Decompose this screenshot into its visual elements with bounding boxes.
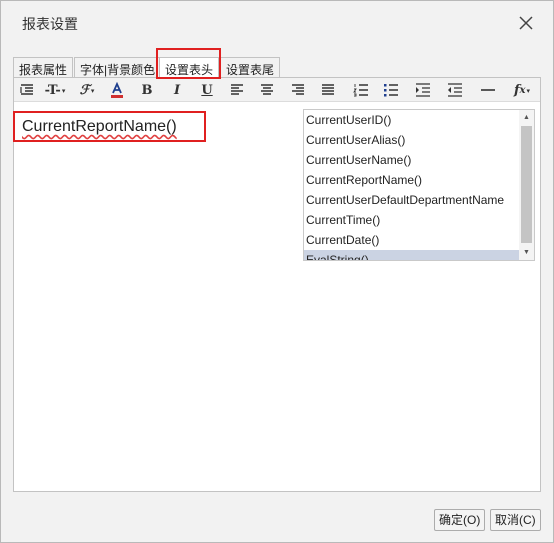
align-center-icon[interactable] bbox=[256, 80, 278, 100]
dialog-title: 报表设置 bbox=[22, 16, 78, 32]
ordered-list-icon[interactable] bbox=[350, 80, 372, 100]
italic-icon[interactable]: I bbox=[166, 80, 188, 100]
font-size-icon[interactable]: -T- ▾ bbox=[44, 80, 66, 100]
close-icon bbox=[519, 15, 533, 33]
function-item-selected[interactable]: EvalString() bbox=[304, 250, 519, 260]
tab-label: 设置表尾 bbox=[226, 63, 275, 77]
horizontal-rule-icon[interactable] bbox=[477, 80, 499, 100]
function-item[interactable]: CurrentTime() bbox=[304, 210, 519, 230]
font-family-icon[interactable]: ℱ ▾ bbox=[76, 80, 98, 100]
bold-icon[interactable]: B bbox=[136, 80, 158, 100]
outdent-icon[interactable] bbox=[444, 80, 466, 100]
header-editor-content[interactable]: CurrentReportName() bbox=[22, 118, 177, 136]
title-bar: 报表设置 bbox=[1, 1, 553, 45]
tab-label: 设置表头 bbox=[165, 63, 214, 77]
line-height-icon[interactable] bbox=[16, 80, 38, 100]
align-right-icon[interactable] bbox=[287, 80, 309, 100]
function-item[interactable]: CurrentUserID() bbox=[304, 110, 519, 130]
tab-label: 字体|背景颜色 bbox=[80, 63, 156, 77]
tab-report-properties[interactable]: 报表属性 bbox=[13, 57, 74, 78]
align-left-icon[interactable] bbox=[226, 80, 248, 100]
scroll-down-icon[interactable]: ▼ bbox=[519, 245, 534, 260]
vertical-scrollbar[interactable]: ▲ ▼ bbox=[519, 110, 534, 260]
indent-icon[interactable] bbox=[412, 80, 434, 100]
tab-set-footer[interactable]: 设置表尾 bbox=[220, 57, 281, 78]
font-color-icon[interactable] bbox=[106, 80, 128, 100]
tab-font-background-color[interactable]: 字体|背景颜色 bbox=[74, 57, 162, 78]
tab-set-header[interactable]: 设置表头 bbox=[159, 57, 220, 79]
function-icon[interactable]: f x ▾ bbox=[508, 80, 536, 100]
function-list[interactable]: CurrentUserID() CurrentUserAlias() Curre… bbox=[303, 109, 535, 261]
scroll-up-icon[interactable]: ▲ bbox=[519, 110, 534, 125]
ok-button[interactable]: 确定(O) bbox=[434, 509, 486, 531]
function-item[interactable]: CurrentReportName() bbox=[304, 170, 519, 190]
formatting-toolbar: -T- ▾ ℱ ▾ B I U f x ▾ bbox=[14, 78, 540, 102]
tab-label: 报表属性 bbox=[19, 63, 68, 77]
align-justify-icon[interactable] bbox=[317, 80, 339, 100]
function-item[interactable]: CurrentDate() bbox=[304, 230, 519, 250]
underline-icon[interactable]: U bbox=[196, 80, 218, 100]
scrollbar-thumb[interactable] bbox=[521, 126, 532, 243]
function-item[interactable]: CurrentUserName() bbox=[304, 150, 519, 170]
report-settings-dialog: 报表设置 报表属性 字体|背景颜色 设置表头 设置表尾 -T- ▾ ℱ ▾ B I … bbox=[0, 0, 554, 543]
close-button[interactable] bbox=[513, 11, 539, 37]
function-item[interactable]: CurrentUserDefaultDepartmentName bbox=[304, 190, 519, 210]
unordered-list-icon[interactable] bbox=[380, 80, 402, 100]
function-item[interactable]: CurrentUserAlias() bbox=[304, 130, 519, 150]
cancel-button[interactable]: 取消(C) bbox=[490, 509, 541, 531]
function-list-items: CurrentUserID() CurrentUserAlias() Curre… bbox=[304, 110, 519, 260]
